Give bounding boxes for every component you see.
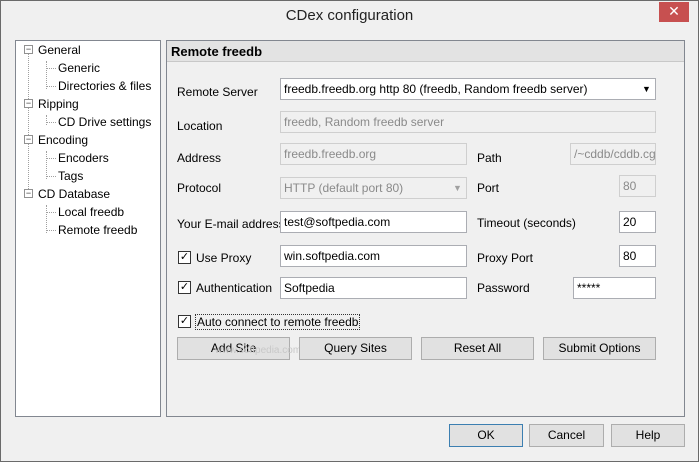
address-field: freedb.freedb.org	[280, 143, 467, 165]
tree-item-local-freedb[interactable]: Local freedb	[58, 204, 124, 220]
tree-item-label: Generic	[58, 61, 101, 75]
reset-all-button[interactable]: Reset All	[421, 337, 534, 360]
tree-item-ripping[interactable]: Ripping	[38, 96, 79, 112]
auto-connect-checkbox[interactable]: ✓	[178, 315, 191, 328]
use-proxy-checkbox[interactable]: ✓	[178, 251, 191, 264]
timeout-label: Timeout (seconds)	[477, 216, 576, 230]
address-value: freedb.freedb.org	[284, 147, 377, 161]
tree-item-encoding[interactable]: Encoding	[38, 132, 88, 148]
auto-connect-label: Auto connect to remote freedb	[195, 314, 361, 330]
path-label: Path	[477, 151, 502, 165]
port-field: 80	[619, 175, 656, 197]
remote-server-value: freedb.freedb.org http 80 (freedb, Rando…	[284, 82, 588, 96]
timeout-input[interactable]: 20	[619, 211, 656, 233]
port-label: Port	[477, 181, 500, 195]
cdex-configuration-window: CDex configuration ✕ − General Generic D…	[0, 0, 699, 462]
tree-item-tags[interactable]: Tags	[58, 168, 83, 184]
close-button[interactable]: ✕	[659, 2, 689, 22]
remote-server-dropdown[interactable]: freedb.freedb.org http 80 (freedb, Rando…	[280, 78, 656, 100]
watermark-text: www.softpedia.com	[215, 345, 302, 356]
proxy-port-value: 80	[623, 249, 637, 263]
proxy-port-input[interactable]: 80	[619, 245, 656, 267]
tree-item-directories[interactable]: Directories & files	[58, 78, 151, 94]
proxy-input[interactable]: win.softpedia.com	[280, 245, 467, 267]
tree-item-remote-freedb[interactable]: Remote freedb	[58, 222, 138, 238]
tree-item-general[interactable]: General	[38, 42, 81, 58]
tree-connector	[46, 61, 47, 89]
auth-user-input[interactable]: Softpedia	[280, 277, 467, 299]
password-value: *****	[577, 281, 601, 295]
tree-connector	[46, 230, 56, 231]
tree-connector	[46, 158, 56, 159]
title-bar: CDex configuration ✕	[1, 1, 698, 31]
tree-item-label: CD Database	[38, 187, 111, 201]
port-value: 80	[623, 179, 637, 193]
password-label: Password	[477, 281, 530, 295]
tree-item-cd-database[interactable]: CD Database	[38, 186, 110, 202]
email-input[interactable]: test@softpedia.com	[280, 211, 467, 233]
path-field: /~cddb/cddb.cgi	[570, 143, 656, 165]
proxy-port-label: Proxy Port	[477, 251, 534, 265]
timeout-value: 20	[623, 215, 637, 229]
tree-item-label: Ripping	[38, 97, 79, 111]
collapse-icon[interactable]: −	[24, 135, 33, 144]
tree-item-label: Local freedb	[58, 205, 125, 219]
tree-item-encoders[interactable]: Encoders	[58, 150, 109, 166]
window-title: CDex configuration	[285, 7, 414, 24]
query-sites-button[interactable]: Query Sites	[299, 337, 412, 360]
authentication-label: Authentication	[196, 281, 273, 295]
tree-connector	[46, 115, 47, 125]
help-button[interactable]: Help	[611, 424, 685, 447]
location-value: freedb, Random freedb server	[284, 115, 445, 129]
tree-connector	[46, 176, 56, 177]
protocol-dropdown: HTTP (default port 80) ▼	[280, 177, 467, 199]
protocol-label: Protocol	[177, 181, 222, 195]
cancel-button[interactable]: Cancel	[529, 424, 604, 447]
email-value: test@softpedia.com	[284, 215, 391, 229]
location-field: freedb, Random freedb server	[280, 111, 656, 133]
ok-button[interactable]: OK	[449, 424, 523, 447]
tree-item-label: Directories & files	[58, 79, 152, 93]
location-label: Location	[177, 119, 223, 133]
email-label: Your E-mail address	[177, 217, 285, 231]
auth-user-value: Softpedia	[284, 281, 335, 295]
collapse-icon[interactable]: −	[24, 45, 33, 54]
settings-tree: − General Generic Directories & files − …	[15, 40, 161, 417]
tree-item-label: General	[38, 43, 81, 57]
chevron-down-icon: ▼	[453, 183, 462, 193]
tree-connector	[46, 86, 56, 87]
remote-freedb-panel: Remote freedb Remote Server freedb.freed…	[166, 40, 685, 417]
tree-item-generic[interactable]: Generic	[58, 60, 100, 76]
panel-title: Remote freedb	[167, 41, 684, 62]
address-label: Address	[177, 151, 222, 165]
password-input[interactable]: *****	[573, 277, 656, 299]
tree-item-label: CD Drive settings	[58, 115, 152, 129]
submit-options-button[interactable]: Submit Options	[543, 337, 656, 360]
tree-item-label: Encoding	[38, 133, 89, 147]
collapse-icon[interactable]: −	[24, 189, 33, 198]
tree-item-label: Encoders	[58, 151, 109, 165]
proxy-value: win.softpedia.com	[284, 249, 381, 263]
tree-connector	[46, 205, 47, 233]
tree-connector	[28, 53, 29, 197]
tree-connector	[46, 212, 56, 213]
path-value: /~cddb/cddb.cgi	[574, 147, 656, 161]
collapse-icon[interactable]: −	[24, 99, 33, 108]
tree-item-label: Remote freedb	[58, 223, 138, 237]
tree-item-cd-drive-settings[interactable]: CD Drive settings	[58, 114, 151, 130]
use-proxy-label: Use Proxy	[196, 251, 252, 265]
tree-connector	[46, 151, 47, 179]
remote-server-label: Remote Server	[177, 85, 258, 99]
tree-item-label: Tags	[58, 169, 84, 183]
protocol-value: HTTP (default port 80)	[284, 181, 404, 195]
tree-connector	[46, 68, 56, 69]
chevron-down-icon[interactable]: ▼	[638, 79, 655, 99]
authentication-checkbox[interactable]: ✓	[178, 281, 191, 294]
tree-connector	[46, 122, 56, 123]
